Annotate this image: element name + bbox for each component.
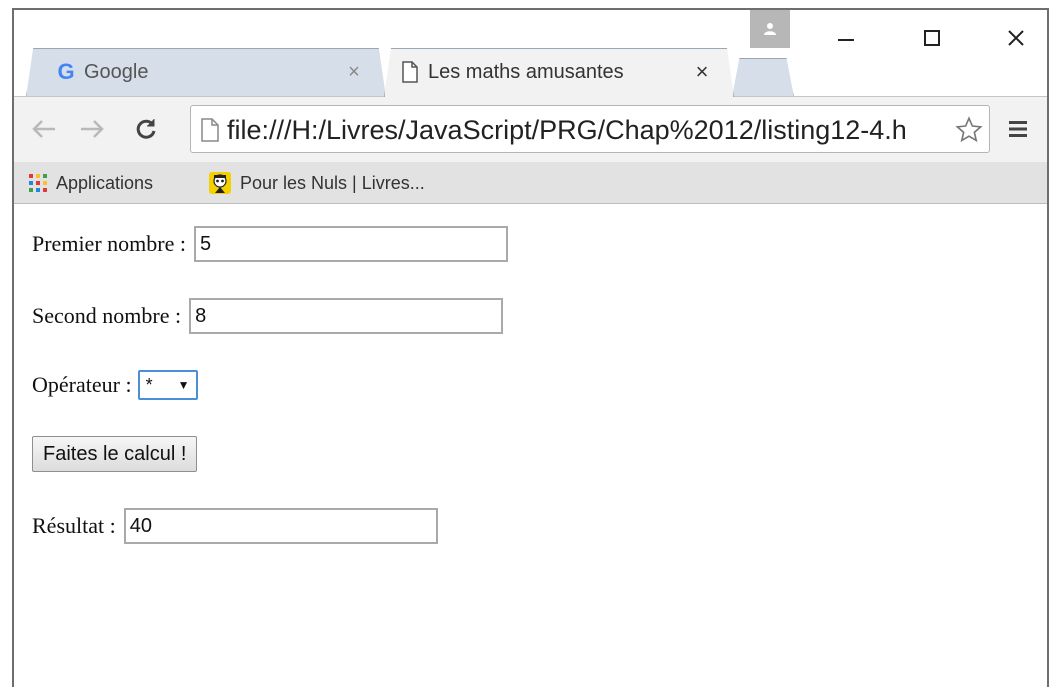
first-number-input[interactable]: 5 <box>193 226 508 262</box>
tab-active-title: Les maths amusantes <box>428 61 624 83</box>
bookmarks-bar: Applications Pour les Nuls | Livres... <box>14 162 1047 204</box>
operator-select[interactable]: * ▼ <box>137 370 198 400</box>
second-number-row: Second nombre : 8 <box>32 298 504 334</box>
chevron-down-icon: ▼ <box>177 378 190 392</box>
google-g-icon: G <box>54 59 78 84</box>
reload-icon <box>136 119 156 139</box>
calculate-button[interactable]: Faites le calcul ! <box>32 436 198 472</box>
chrome-menu-button[interactable] <box>1000 111 1036 147</box>
first-number-label: Premier nombre : <box>32 231 186 256</box>
second-number-label: Second nombre : <box>32 303 182 328</box>
browser-window: G Google × Les maths amusantes × file://… <box>12 8 1049 687</box>
pour-les-nuls-icon <box>209 172 231 194</box>
calc-row: Faites le calcul ! <box>32 436 198 472</box>
google-g-glyph: G <box>57 59 75 84</box>
result-label: Résultat : <box>32 513 116 538</box>
operator-selected-value: * <box>145 374 153 395</box>
maximize-icon <box>924 30 940 46</box>
url-text[interactable]: file:///H:/Livres/JavaScript/PRG/Chap%20… <box>227 114 907 146</box>
operator-label: Opérateur : <box>32 372 132 397</box>
first-number-row: Premier nombre : 5 <box>32 226 508 262</box>
bookmark-star-icon[interactable] <box>953 114 985 146</box>
tab-active-close-icon[interactable]: × <box>690 59 714 84</box>
back-button[interactable] <box>26 111 62 147</box>
tab-google[interactable]: G Google × <box>26 48 386 97</box>
tab-google-close-icon[interactable]: × <box>342 60 366 84</box>
apps-grid-icon <box>29 174 47 192</box>
page-content: Premier nombre : 5 Second nombre : 8 Opé… <box>14 204 1047 687</box>
profile-icon[interactable] <box>750 10 790 48</box>
reload-button[interactable] <box>128 111 164 147</box>
page-icon <box>398 60 422 84</box>
second-number-input[interactable]: 8 <box>189 298 504 334</box>
tab-google-shape <box>26 48 386 97</box>
bookmark-pour-les-nuls[interactable]: Pour les Nuls | Livres... <box>208 170 425 196</box>
new-tab-button[interactable] <box>732 58 794 97</box>
hamburger-menu-icon <box>1009 121 1027 137</box>
forward-button[interactable] <box>74 111 110 147</box>
minimize-button[interactable] <box>826 20 866 56</box>
forward-arrow-icon <box>81 120 104 138</box>
result-output[interactable]: 40 <box>123 508 438 544</box>
close-icon <box>1008 30 1024 46</box>
minimize-icon <box>838 39 854 41</box>
tab-les-maths-amusantes[interactable]: Les maths amusantes × <box>384 48 734 97</box>
back-arrow-icon <box>32 120 55 138</box>
new-tab-shape <box>732 58 794 97</box>
tab-strip: G Google × Les maths amusantes × <box>14 10 1047 97</box>
browser-toolbar: file:///H:/Livres/JavaScript/PRG/Chap%20… <box>14 96 1047 162</box>
tab-google-title: Google <box>84 61 149 83</box>
operator-row: Opérateur : * ▼ <box>32 370 198 400</box>
bookmark-applications-label: Applications <box>56 172 154 193</box>
page-info-icon[interactable] <box>199 117 221 143</box>
result-row: Résultat : 40 <box>32 508 438 544</box>
address-bar[interactable]: file:///H:/Livres/JavaScript/PRG/Chap%20… <box>190 105 990 153</box>
maximize-button[interactable] <box>912 20 952 56</box>
close-window-button[interactable] <box>996 20 1036 56</box>
bookmark-applications[interactable]: Applications <box>28 170 153 196</box>
bookmark-pour-les-nuls-label: Pour les Nuls | Livres... <box>240 172 425 193</box>
